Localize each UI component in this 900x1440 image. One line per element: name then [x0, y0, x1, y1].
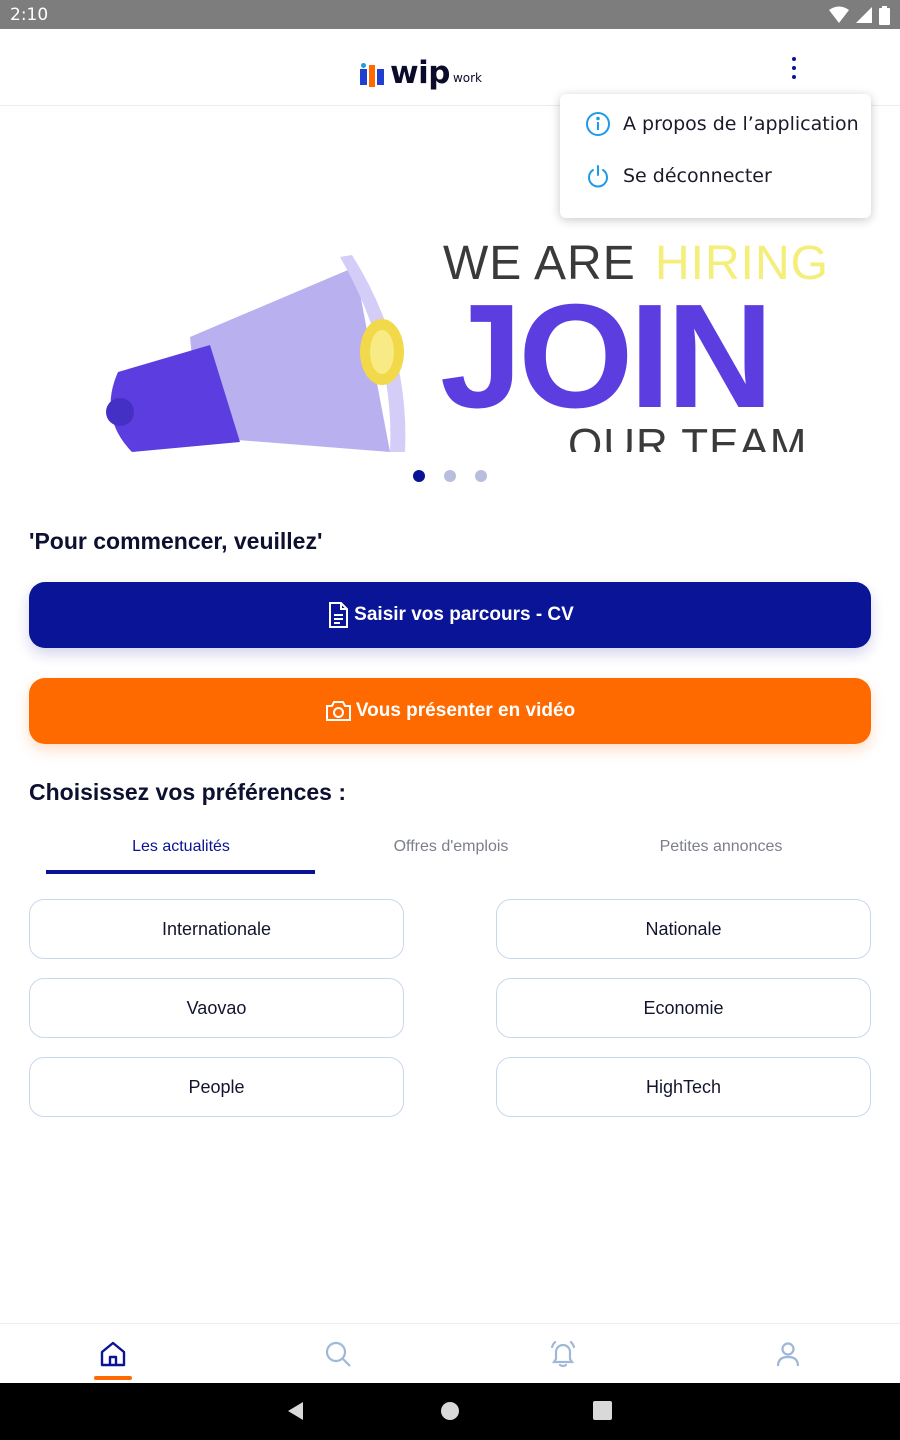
- more-vertical-icon[interactable]: [782, 53, 806, 83]
- menu-item-about-label: A propos de l’application: [623, 113, 859, 135]
- chip-internationale[interactable]: Internationale: [29, 899, 404, 959]
- tab-petites-annonces[interactable]: Petites annonces: [586, 830, 856, 874]
- power-icon: [588, 165, 608, 188]
- preferences-title: Choisissez vos préférences :: [29, 779, 347, 805]
- chip-nationale[interactable]: Nationale: [496, 899, 871, 959]
- chip-hightech[interactable]: HighTech: [496, 1057, 871, 1117]
- chip-people[interactable]: People: [29, 1057, 404, 1117]
- info-icon: [586, 112, 610, 136]
- tab-actualites[interactable]: Les actualités: [46, 830, 316, 874]
- video-button-label: Vous présenter en vidéo: [355, 700, 576, 721]
- user-icon: [776, 1342, 799, 1367]
- video-button[interactable]: Vous présenter en vidéo: [29, 678, 871, 744]
- intro-text: 'Pour commencer, veuillez': [29, 528, 323, 554]
- chip-economie[interactable]: Economie: [496, 978, 871, 1038]
- signal-icon: [856, 7, 872, 23]
- carousel-dot-1[interactable]: [413, 470, 425, 482]
- menu-item-about[interactable]: A propos de l’application: [560, 99, 871, 149]
- active-nav-indicator: [94, 1376, 132, 1380]
- home-circle-icon[interactable]: [440, 1401, 460, 1421]
- preferences-tabs: Les actualités Offres d'emplois Petites …: [46, 830, 856, 876]
- banner-line2: JOIN: [440, 274, 769, 439]
- nav-home[interactable]: [0, 1324, 225, 1384]
- status-time: 2:10: [10, 5, 49, 25]
- search-icon: [325, 1341, 351, 1367]
- logo-text: wip: [390, 55, 450, 91]
- carousel-dot-3[interactable]: [475, 470, 487, 482]
- recents-icon[interactable]: [593, 1401, 612, 1420]
- carousel-indicator: [0, 470, 900, 482]
- logo-subtext: work: [452, 71, 483, 85]
- battery-icon: [879, 5, 890, 25]
- bottom-navigation: [0, 1323, 900, 1383]
- app-logo: wip work: [360, 49, 482, 89]
- bell-icon: [550, 1340, 575, 1368]
- banner-line3: OUR TEAM: [568, 420, 807, 452]
- wifi-icon: [829, 6, 849, 23]
- wip-logo-icon: [360, 63, 384, 87]
- camera-icon: [325, 701, 351, 721]
- back-icon[interactable]: [286, 1401, 306, 1421]
- cv-button[interactable]: Saisir vos parcours - CV: [29, 582, 871, 648]
- chip-vaovao[interactable]: Vaovao: [29, 978, 404, 1038]
- nav-profile[interactable]: [675, 1324, 900, 1384]
- menu-item-logout-label: Se déconnecter: [623, 165, 772, 187]
- nav-search[interactable]: [225, 1324, 450, 1384]
- cv-button-label: Saisir vos parcours - CV: [354, 604, 574, 625]
- status-bar: 2:10: [0, 0, 900, 29]
- system-navigation-bar: [0, 1383, 900, 1440]
- active-tab-indicator: [46, 870, 315, 874]
- carousel-dot-2[interactable]: [444, 470, 456, 482]
- overflow-menu: A propos de l’application Se déconnecter: [560, 94, 871, 218]
- nav-notifications[interactable]: [450, 1324, 675, 1384]
- screen: 2:10 wip work WE ARE HIRING JOIN OUR TEA…: [0, 0, 900, 1440]
- tab-offres-emplois[interactable]: Offres d'emplois: [316, 830, 586, 874]
- menu-item-logout[interactable]: Se déconnecter: [560, 151, 871, 201]
- status-icons: [829, 5, 890, 25]
- document-icon: [329, 602, 349, 628]
- home-icon: [100, 1341, 125, 1367]
